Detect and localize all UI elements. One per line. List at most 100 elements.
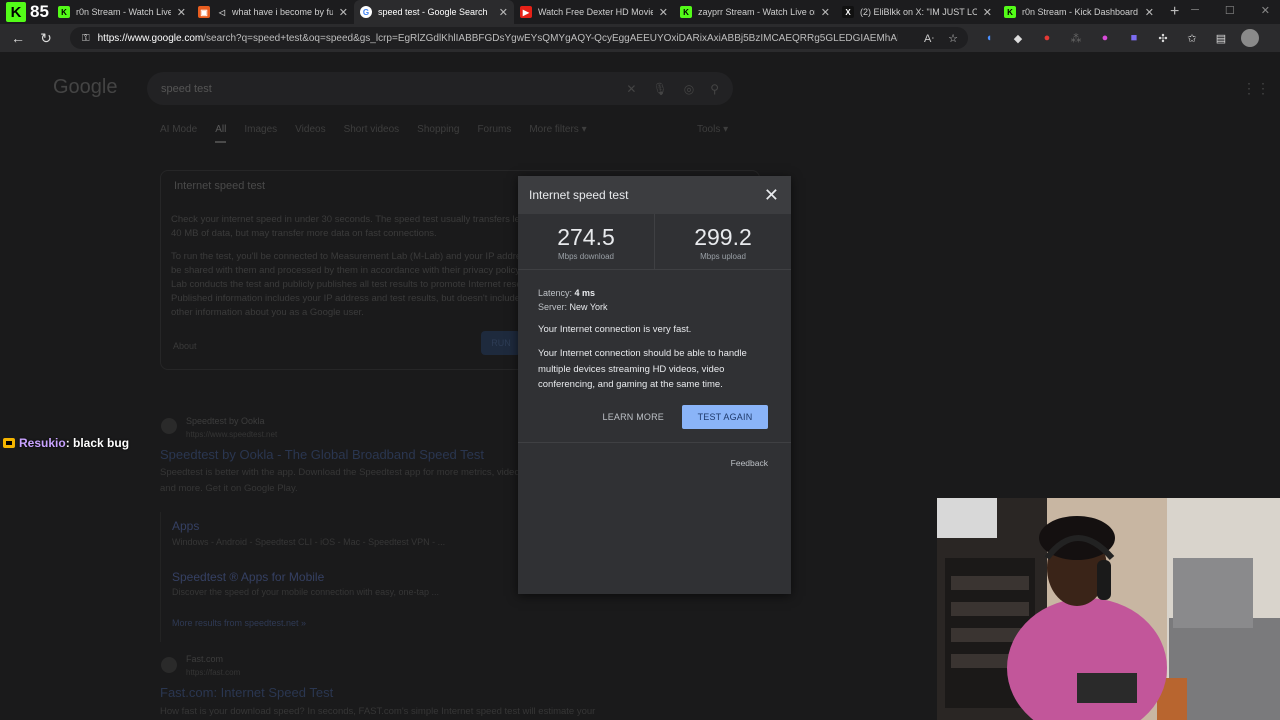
crown-badge-icon — [3, 438, 15, 448]
divider — [518, 442, 791, 443]
tab-1[interactable]: ▣ ◁ what have i become by funs ✕ — [192, 0, 354, 24]
speed-metrics: 274.5 Mbps download 299.2 Mbps upload — [518, 214, 791, 270]
more-results-link[interactable]: More results from speedtest.net » — [172, 618, 306, 628]
minimize-icon[interactable]: ─ — [1191, 4, 1199, 17]
card-paragraph: Check your internet speed in under 30 se… — [171, 214, 551, 239]
lens-camera-icon[interactable]: ◎ — [684, 82, 694, 96]
collections-icon[interactable]: ▤ — [1212, 29, 1230, 47]
tab-4[interactable]: K zayprr Stream - Watch Live on Ki ✕ — [674, 0, 836, 24]
sitelink-apps[interactable]: Apps — [172, 519, 199, 533]
kick-icon: K — [1004, 6, 1016, 18]
extensions-puzzle-icon[interactable]: ✣ — [1154, 29, 1172, 47]
profile-avatar[interactable] — [1241, 29, 1259, 47]
tab-videos[interactable]: Videos — [295, 124, 325, 143]
tab-all[interactable]: All — [215, 124, 227, 143]
latency-value: 4 ms — [574, 288, 596, 298]
maximize-icon[interactable]: ☐ — [1225, 4, 1235, 17]
test-again-button[interactable]: TEST AGAIN — [682, 404, 768, 429]
reload-icon[interactable]: ↻ — [32, 30, 60, 47]
muted-speaker-icon[interactable]: ◁ — [216, 6, 228, 18]
dialog-body: Latency: 4 ms Server: New York Your Inte… — [518, 270, 791, 429]
tab-5[interactable]: X (2) EliBlkk on X: "IM JUST LOOKI ✕ — [836, 0, 998, 24]
tab-ai-mode[interactable]: AI Mode — [160, 124, 197, 143]
connection-verdict: Your Internet connection is very fast. — [538, 324, 692, 335]
tab-title: speed test - Google Search — [378, 7, 488, 17]
search-icon[interactable]: ⚲ — [710, 82, 719, 96]
close-window-icon[interactable]: ✕ — [1261, 4, 1270, 17]
tab-0[interactable]: K r0n Stream - Watch Live on Kick ✕ — [52, 0, 192, 24]
search-query: speed test — [161, 82, 212, 95]
result-site-name[interactable]: Speedtest by Ookla — [186, 416, 265, 426]
google-icon: G — [360, 6, 372, 18]
kick-logo-icon: K — [6, 2, 26, 22]
tab-3[interactable]: ▶ Watch Free Dexter HD Movies - I ✕ — [514, 0, 674, 24]
search-input[interactable]: speed test ✕ 🎙︎ ◎ ⚲ — [147, 72, 733, 105]
upload-unit: Mbps upload — [700, 252, 746, 261]
stream-chat-message: Resukio : black bug — [3, 436, 129, 450]
extension-icon[interactable]: ◖ — [980, 29, 998, 47]
google-logo[interactable]: Google — [53, 76, 118, 99]
speed-test-dialog: Internet speed test ✕ 274.5 Mbps downloa… — [518, 176, 791, 594]
close-tab-icon[interactable]: ✕ — [177, 6, 186, 19]
tab-2[interactable]: G speed test - Google Search ✕ — [354, 0, 514, 24]
tab-short-videos[interactable]: Short videos — [344, 124, 400, 143]
tab-images[interactable]: Images — [244, 124, 277, 143]
address-bar[interactable]: ⚿ https://www.google.com/search?q=speed+… — [70, 27, 968, 49]
result-title-link[interactable]: Speedtest by Ookla - The Global Broadban… — [160, 447, 484, 462]
close-tab-icon[interactable]: ✕ — [821, 6, 830, 19]
clear-icon[interactable]: ✕ — [626, 82, 636, 96]
fast-favicon — [161, 657, 177, 673]
extension-diamond-icon[interactable]: ◆ — [1009, 29, 1027, 47]
extension-badge-icon[interactable]: ● — [1038, 29, 1056, 47]
tab-title: (2) EliBlkk on X: "IM JUST LOOKI — [860, 7, 977, 17]
sitelink-mobile-apps[interactable]: Speedtest ® Apps for Mobile — [172, 570, 324, 584]
search-tabs: AI Mode All Images Videos Short videos S… — [160, 124, 587, 143]
new-tab-icon[interactable]: + — [1170, 3, 1179, 21]
close-tab-icon[interactable]: ✕ — [983, 6, 992, 19]
upload-value: 299.2 — [694, 224, 752, 250]
close-tab-icon[interactable]: ✕ — [659, 6, 668, 19]
favorite-star-icon[interactable]: ☆ — [948, 32, 958, 45]
tab-strip: K 85 K r0n Stream - Watch Live on Kick ✕… — [0, 0, 1280, 24]
result-url[interactable]: https://fast.com — [186, 668, 240, 677]
tab-6[interactable]: K r0n Stream - Kick Dashboard ✕ — [998, 0, 1160, 24]
close-tab-icon[interactable]: ✕ — [339, 6, 348, 19]
tools-button[interactable]: Tools ▾ — [697, 124, 728, 135]
tab-shopping[interactable]: Shopping — [417, 124, 459, 143]
toolbar: ← ↻ ⚿ https://www.google.com/search?q=sp… — [0, 24, 1280, 52]
run-speed-test-button[interactable]: RUN — [481, 331, 521, 355]
close-tab-icon[interactable]: ✕ — [499, 6, 508, 19]
extension-icon[interactable]: ● — [1096, 29, 1114, 47]
download-metric: 274.5 Mbps download — [518, 214, 654, 269]
result-site-name[interactable]: Fast.com — [186, 654, 223, 664]
upload-metric: 299.2 Mbps upload — [654, 214, 791, 269]
tab-title: r0n Stream - Kick Dashboard — [1022, 7, 1139, 17]
favorites-icon[interactable]: ✩ — [1183, 29, 1201, 47]
window-controls: ─ ☐ ✕ — [1191, 4, 1270, 17]
kick-icon: K — [58, 6, 70, 18]
extensions-row: ◖ ◆ ● ⁂ ● ■ ✣ ✩ ▤ — [980, 29, 1259, 47]
about-link[interactable]: About — [173, 341, 197, 351]
webcam-feed-image — [937, 498, 1280, 720]
close-tab-icon[interactable]: ✕ — [1145, 6, 1154, 19]
tab-forums[interactable]: Forums — [477, 124, 511, 143]
result-title-link[interactable]: Fast.com: Internet Speed Test — [160, 685, 333, 700]
apps-grid-icon[interactable]: ⋮⋮ — [1242, 80, 1270, 97]
close-icon[interactable]: ✕ — [764, 185, 779, 206]
chat-username: Resukio — [19, 436, 66, 450]
card-title: Internet speed test — [174, 180, 266, 192]
back-arrow-icon[interactable]: ← — [4, 30, 32, 46]
microphone-icon[interactable]: 🎙︎ — [652, 82, 667, 96]
extension-icon[interactable]: ■ — [1125, 29, 1143, 47]
feedback-link[interactable]: Feedback — [731, 458, 768, 468]
result-url[interactable]: https://www.speedtest.net — [186, 430, 277, 439]
sitelink-description: Discover the speed of your mobile connec… — [172, 587, 439, 597]
learn-more-button[interactable]: LEARN MORE — [602, 412, 664, 422]
chat-text: : black bug — [65, 436, 130, 450]
extension-icon[interactable]: ⁂ — [1067, 29, 1085, 47]
tab-more-filters[interactable]: More filters ▾ — [529, 124, 586, 143]
site-info-icon[interactable]: ⚿ — [82, 33, 90, 44]
read-aloud-icon[interactable]: Aᐧ — [924, 32, 934, 45]
result-description: How fast is your download speed? In seco… — [160, 706, 596, 717]
tab-title: what have i become by funs — [232, 7, 333, 17]
